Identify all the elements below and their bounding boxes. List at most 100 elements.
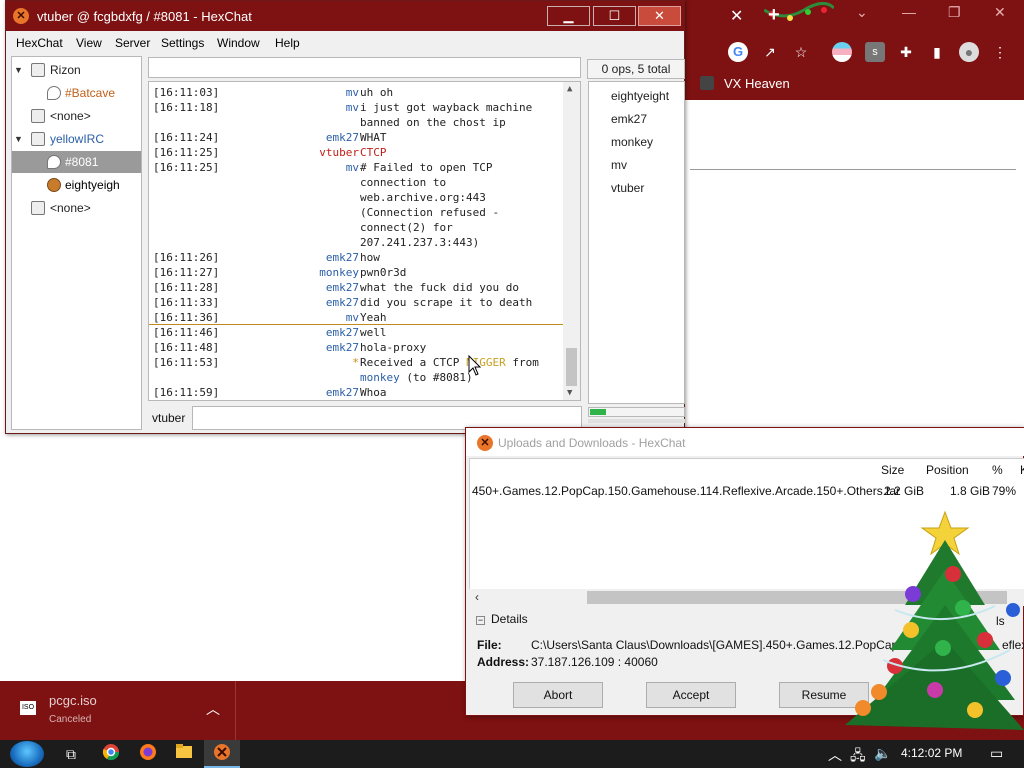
chrome-icon[interactable]: [100, 743, 122, 765]
chat-scrollbar[interactable]: ▲ ▼: [563, 82, 580, 400]
new-tab-icon[interactable]: +: [768, 4, 780, 27]
message-nick[interactable]: mv: [346, 310, 359, 325]
clock[interactable]: 4:12:02 PM: [901, 746, 962, 760]
details-expander[interactable]: − Details: [476, 612, 528, 626]
task-view-icon[interactable]: ⧉: [60, 743, 82, 765]
message-timestamp: [16:11:26]: [153, 251, 220, 264]
server-icon: [31, 63, 45, 77]
scroll-up-icon[interactable]: ▲: [567, 84, 572, 94]
chevron-up-icon[interactable]: ︿: [206, 699, 220, 719]
system-tray: ︿ 🖧 🔈 4:12:02 PM ▭: [824, 740, 1024, 768]
column-speed[interactable]: K: [1020, 463, 1024, 477]
file-explorer-icon[interactable]: [173, 743, 195, 765]
chat-log[interactable]: [16:11:03] mv uh oh [16:11:18] mv i just got …: [148, 81, 581, 401]
notification-icon[interactable]: ▭: [990, 745, 1003, 762]
menu-window[interactable]: Window: [217, 36, 260, 50]
details-label: Details: [491, 612, 528, 626]
message-nick[interactable]: monkey: [319, 265, 359, 280]
tree-network-yellowirc[interactable]: ▼ yellowIRC: [12, 128, 141, 150]
message-text: connect(2) for: [360, 221, 453, 234]
firefox-icon[interactable]: [137, 743, 159, 765]
browser-close-icon[interactable]: ✕: [994, 4, 1006, 21]
message-nick[interactable]: emk27: [326, 340, 359, 355]
collapse-arrow-icon[interactable]: ▼: [14, 128, 23, 150]
minimize-button[interactable]: ▁: [547, 6, 590, 26]
bookmark-star-icon[interactable]: ☆: [791, 42, 811, 62]
message-nick[interactable]: emk27: [326, 295, 359, 310]
lag-meter-fill: [590, 409, 607, 415]
volume-icon[interactable]: 🔈: [874, 745, 891, 762]
message-text: i just got wayback machine: [360, 101, 533, 114]
profile-avatar-icon[interactable]: ●: [959, 42, 979, 62]
tree-channel-8081[interactable]: #8081: [12, 151, 141, 173]
server-icon: [31, 132, 45, 146]
nick-button[interactable]: vtuber: [152, 411, 185, 425]
menu-hexchat[interactable]: HexChat: [16, 36, 63, 50]
browser-menu-icon[interactable]: ⋮: [990, 42, 1010, 62]
column-size[interactable]: Size: [881, 463, 904, 477]
browser-restore-icon[interactable]: ❐: [948, 4, 961, 21]
user-item[interactable]: monkey: [611, 135, 653, 155]
message-nick[interactable]: emk27: [326, 325, 359, 340]
hexchat-titlebar[interactable]: ✕ vtuber @ fcgbdxfg / #8081 - HexChat ▁ …: [6, 1, 684, 31]
message-timestamp: [16:11:03]: [153, 86, 220, 99]
column-position[interactable]: Position: [926, 463, 969, 477]
bookmark-vx-heaven[interactable]: VX Heaven: [700, 76, 790, 91]
marker-line: [149, 324, 563, 325]
flag-extension-icon[interactable]: [832, 42, 852, 62]
ctcp-nick[interactable]: monkey: [360, 371, 400, 384]
accept-button[interactable]: Accept: [646, 682, 736, 708]
message-nick[interactable]: emk27: [326, 130, 359, 145]
menu-view[interactable]: View: [76, 36, 102, 50]
browser-minimize-icon[interactable]: —: [902, 4, 916, 20]
menu-settings[interactable]: Settings: [161, 36, 204, 50]
tree-channel-batcave[interactable]: #Batcave: [12, 82, 141, 104]
extensions-puzzle-icon[interactable]: ✚: [896, 42, 916, 62]
collapse-arrow-icon[interactable]: ▼: [14, 59, 23, 81]
s-extension-icon[interactable]: s: [865, 42, 885, 62]
maximize-button[interactable]: ☐: [593, 6, 636, 26]
message-nick[interactable]: vtuber: [319, 145, 359, 160]
hexchat-taskbar-icon[interactable]: [211, 743, 233, 765]
share-icon[interactable]: ↗: [760, 42, 780, 62]
message-nick[interactable]: emk27: [326, 280, 359, 295]
network-icon[interactable]: 🖧: [850, 745, 866, 768]
scroll-thumb[interactable]: [566, 348, 577, 386]
user-list[interactable]: eightyeight emk27 monkey mv vtuber: [588, 81, 685, 404]
google-icon[interactable]: G: [728, 42, 748, 62]
message-nick[interactable]: mv: [346, 160, 359, 175]
lag-meter: [588, 407, 685, 417]
message-nick[interactable]: emk27: [326, 250, 359, 265]
user-item[interactable]: eightyeight: [611, 89, 669, 109]
message-nick[interactable]: emk27: [326, 385, 359, 400]
message-nick[interactable]: mv: [346, 100, 359, 115]
show-hidden-icons-icon[interactable]: ︿: [828, 745, 842, 765]
download-filename: pcgc.iso: [49, 693, 97, 708]
transfers-titlebar[interactable]: ✕ Uploads and Downloads - HexChat: [466, 428, 1024, 456]
tree-server-rizon[interactable]: ▼ Rizon: [12, 59, 141, 81]
abort-button[interactable]: Abort: [513, 682, 603, 708]
side-panel-icon[interactable]: ▮: [927, 42, 947, 62]
tree-query-eightyeight[interactable]: eightyeigh: [12, 174, 141, 196]
topic-bar[interactable]: [148, 57, 581, 78]
scroll-down-icon[interactable]: ▼: [567, 388, 572, 398]
user-item[interactable]: emk27: [611, 112, 647, 132]
chat-message-line: [16:11:33] emk27 did you scrape it to deat…: [149, 295, 565, 310]
tab-close-icon[interactable]: ✕: [730, 6, 743, 26]
scroll-left-icon[interactable]: ‹: [475, 590, 479, 604]
tree-server-none[interactable]: <none>: [12, 105, 141, 127]
column-percent[interactable]: %: [992, 463, 1003, 477]
menu-help[interactable]: Help: [275, 36, 300, 50]
message-nick[interactable]: mv: [346, 85, 359, 100]
message-timestamp: [16:11:27]: [153, 266, 220, 279]
download-status: Canceled: [49, 714, 92, 725]
download-item[interactable]: ISO pcgc.iso Canceled ︿: [0, 681, 236, 740]
user-item[interactable]: vtuber: [611, 181, 644, 201]
start-button-icon[interactable]: [10, 741, 44, 767]
menu-server[interactable]: Server: [115, 36, 150, 50]
message-nick[interactable]: *: [352, 355, 359, 370]
user-item[interactable]: mv: [611, 158, 627, 178]
tree-server-none-2[interactable]: <none>: [12, 197, 141, 219]
tab-search-icon[interactable]: ⌄: [856, 4, 868, 21]
close-button[interactable]: ✕: [638, 6, 681, 26]
